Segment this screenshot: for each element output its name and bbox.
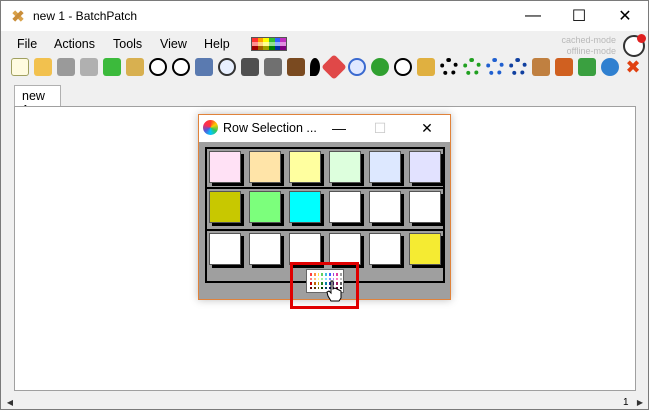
color-swatch[interactable] [409, 191, 441, 223]
services-icon[interactable] [321, 54, 347, 80]
batchpatch-logo-icon [12, 10, 24, 22]
check-icon[interactable] [578, 58, 596, 76]
remote-icon[interactable] [241, 58, 259, 76]
menu-help[interactable]: Help [204, 37, 230, 51]
color-swatch[interactable] [409, 151, 441, 183]
dialog-title: Row Selection ... [223, 121, 317, 135]
save-icon[interactable] [57, 58, 75, 76]
globe-icon[interactable] [601, 58, 619, 76]
menu-actions[interactable]: Actions [54, 37, 95, 51]
dialog-minimize-button[interactable]: — [319, 118, 359, 138]
dialog-title-bar: Row Selection ... — ☐ ✕ [199, 115, 450, 141]
color-swatch[interactable] [209, 191, 241, 223]
dialog-close-button[interactable]: ✕ [407, 118, 447, 138]
location-icon[interactable] [310, 58, 320, 76]
row-divider [207, 229, 443, 231]
stop-icon[interactable] [172, 58, 190, 76]
dialog-maximize-button: ☐ [373, 119, 387, 136]
ping-icon[interactable] [287, 58, 305, 76]
spin-1-icon[interactable] [440, 58, 458, 76]
menu-file[interactable]: File [17, 37, 37, 51]
row-color-palette-icon[interactable] [251, 37, 287, 51]
schedule-icon[interactable] [218, 58, 236, 76]
color-swatch[interactable] [369, 151, 401, 183]
color-swatch[interactable] [329, 151, 361, 183]
color-swatch[interactable] [369, 233, 401, 265]
color-swatch[interactable] [209, 151, 241, 183]
close-button[interactable]: ✕ [602, 1, 648, 31]
notification-badge [637, 34, 646, 43]
color-swatch[interactable] [249, 233, 281, 265]
title-bar: new 1 - BatchPatch — ☐ ✕ [1, 1, 648, 31]
color-swatch[interactable] [289, 191, 321, 223]
row-divider [207, 187, 443, 189]
color-swatch[interactable] [249, 191, 281, 223]
hand-cursor-icon [326, 280, 342, 302]
menu-tools[interactable]: Tools [113, 37, 142, 51]
add-host-icon[interactable] [103, 58, 121, 76]
color-swatch[interactable] [369, 191, 401, 223]
menu-bar: File Actions Tools View Help [1, 33, 648, 55]
new-icon[interactable] [11, 58, 29, 76]
maximize-button[interactable]: ☐ [556, 1, 602, 31]
scroll-left-button[interactable]: ◀ [4, 397, 16, 409]
unlock-icon[interactable] [417, 58, 435, 76]
spin-4-icon[interactable] [509, 58, 527, 76]
task-icon[interactable] [555, 58, 573, 76]
search-icon[interactable] [348, 58, 366, 76]
color-swatch[interactable] [409, 233, 441, 265]
open-icon[interactable] [34, 58, 52, 76]
spin-2-icon[interactable] [463, 58, 481, 76]
color-wheel-icon [203, 120, 218, 135]
page-number: 1 [623, 397, 629, 408]
power-icon[interactable] [394, 58, 412, 76]
color-swatch[interactable] [289, 151, 321, 183]
scroll-right-button[interactable]: ▶ [634, 397, 646, 409]
menu-view[interactable]: View [160, 37, 187, 51]
job-icon[interactable] [264, 58, 282, 76]
toolbar: ✖ [11, 54, 642, 80]
remove-icon[interactable]: ✖ [624, 58, 642, 76]
deploy-icon[interactable] [195, 58, 213, 76]
color-swatch[interactable] [329, 191, 361, 223]
minimize-button[interactable]: — [510, 1, 556, 31]
cached-mode-label: cached-mode [561, 35, 616, 45]
color-swatch[interactable] [289, 233, 321, 265]
package-icon[interactable] [532, 58, 550, 76]
tab-bar: new 1 [1, 85, 648, 117]
status-bar [1, 395, 648, 409]
window-title: new 1 - BatchPatch [33, 9, 138, 23]
refresh-icon[interactable] [371, 58, 389, 76]
group-icon[interactable] [126, 58, 144, 76]
color-swatch[interactable] [249, 151, 281, 183]
color-swatch[interactable] [209, 233, 241, 265]
spin-3-icon[interactable] [486, 58, 504, 76]
tab-new-1[interactable]: new 1 [14, 85, 61, 117]
color-swatch[interactable] [329, 233, 361, 265]
offline-mode-label: offline-mode [566, 46, 616, 56]
play-icon[interactable] [149, 58, 167, 76]
save-all-icon[interactable] [80, 58, 98, 76]
